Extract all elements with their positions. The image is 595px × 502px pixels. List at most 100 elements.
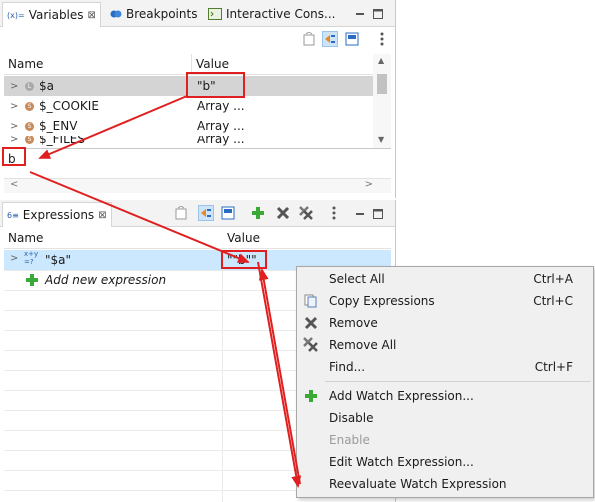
variables-icon: (x)= xyxy=(7,10,25,20)
scroll-left-icon[interactable]: < xyxy=(10,179,18,190)
menu-enable: Enable xyxy=(297,429,593,451)
view-menu-icon[interactable] xyxy=(374,31,390,47)
menu-item-label: Edit Watch Expression... xyxy=(329,455,474,469)
variable-name: $_ENV xyxy=(39,119,78,133)
tab-interactive-console-label: Interactive Cons... xyxy=(226,7,336,21)
watch-expression-icon: x+y =? xyxy=(24,250,39,266)
variable-row-files[interactable]: > S $_FILES Array ... xyxy=(4,136,373,146)
tab-breakpoints[interactable]: Breakpoints xyxy=(110,2,197,26)
scroll-up-icon[interactable]: ▲ xyxy=(378,56,384,65)
maximize-icon[interactable] xyxy=(370,206,386,222)
menu-copy-expressions[interactable]: Copy Expressions Ctrl+C xyxy=(297,290,593,312)
variables-vscroll[interactable]: ▲ ▼ xyxy=(373,54,391,148)
scroll-down-icon[interactable]: ▼ xyxy=(378,135,384,144)
menu-edit-watch-expression[interactable]: Edit Watch Expression... xyxy=(297,451,593,473)
show-type-names-icon[interactable] xyxy=(198,205,214,221)
column-value[interactable]: Value xyxy=(192,54,229,74)
remove-all-icon[interactable] xyxy=(298,205,314,221)
tab-variables[interactable]: (x)= Variables ⊠ xyxy=(2,2,101,27)
scroll-right-icon[interactable]: > xyxy=(365,179,373,190)
minimize-icon[interactable] xyxy=(352,206,368,222)
tab-expressions-label: Expressions xyxy=(22,208,95,222)
add-icon xyxy=(25,273,39,290)
variable-value: Array ... xyxy=(197,136,245,146)
variable-name: $_COOKIE xyxy=(39,99,99,113)
maximize-icon[interactable] xyxy=(370,6,386,22)
close-tab-icon[interactable]: ⊠ xyxy=(88,10,96,21)
menu-item-label: Find... xyxy=(329,360,366,374)
collapse-all-icon[interactable] xyxy=(174,205,190,221)
superglobal-icon: S xyxy=(25,121,34,131)
detail-pane[interactable]: b xyxy=(4,150,391,178)
expression-name: "$a" xyxy=(45,253,72,267)
menu-separator xyxy=(325,381,591,382)
column-name[interactable]: Name xyxy=(4,54,192,74)
variable-row-env[interactable]: > S $_ENV Array ... xyxy=(4,116,373,136)
menu-item-accel: Ctrl+F xyxy=(534,360,573,374)
menu-remove-all[interactable]: Remove All xyxy=(297,334,593,356)
expressions-icon: 6≡ xyxy=(7,210,19,220)
menu-item-accel: Ctrl+A xyxy=(533,272,573,286)
menu-find[interactable]: Find... Ctrl+F xyxy=(297,356,593,378)
chevron-right-icon[interactable]: > xyxy=(10,253,20,264)
collapse-all-icon[interactable] xyxy=(302,31,318,47)
highlight-detail-text xyxy=(2,147,26,166)
column-name[interactable]: Name xyxy=(4,228,223,248)
variables-tabbar: (x)= Variables ⊠ Breakpoints Interactive… xyxy=(0,0,395,27)
view-menu-icon[interactable] xyxy=(326,205,342,221)
variable-value: Array ... xyxy=(197,119,245,133)
scroll-thumb[interactable] xyxy=(377,74,387,94)
column-value[interactable]: Value xyxy=(223,228,260,248)
highlight-expression-value xyxy=(221,250,267,269)
variables-view: (x)= Variables ⊠ Breakpoints Interactive… xyxy=(0,0,396,198)
chevron-right-icon[interactable]: > xyxy=(10,81,20,92)
menu-item-label: Enable xyxy=(329,433,370,447)
variable-value: Array ... xyxy=(197,99,245,113)
add-expression-icon[interactable] xyxy=(250,205,266,221)
menu-reevaluate-watch-expression[interactable]: Reevaluate Watch Expression xyxy=(297,473,593,495)
copy-icon xyxy=(303,293,319,309)
expressions-column-divider xyxy=(222,250,223,502)
menu-item-label: Select All xyxy=(329,272,385,286)
menu-remove[interactable]: Remove xyxy=(297,312,593,334)
add-icon xyxy=(303,388,319,404)
console-icon xyxy=(208,8,222,20)
menu-add-watch-expression[interactable]: Add Watch Expression... xyxy=(297,385,593,407)
menu-item-label: Remove xyxy=(329,316,378,330)
detail-divider[interactable] xyxy=(4,148,391,149)
chevron-right-icon[interactable]: > xyxy=(10,121,20,132)
local-variable-icon: L xyxy=(25,81,34,91)
menu-item-label: Add Watch Expression... xyxy=(329,389,474,403)
menu-item-label: Remove All xyxy=(329,338,397,352)
detail-hscroll[interactable]: < > xyxy=(4,178,391,193)
remove-icon xyxy=(303,315,319,331)
chevron-right-icon[interactable]: > xyxy=(10,101,20,112)
superglobal-icon: S xyxy=(25,101,34,111)
tab-interactive-console[interactable]: Interactive Cons... xyxy=(208,2,336,26)
add-expression-label: Add new expression xyxy=(45,273,167,287)
expressions-grid-header: Name Value xyxy=(4,228,391,249)
remove-all-icon xyxy=(303,337,319,353)
highlight-variable-value xyxy=(186,72,245,98)
variable-name: $_FILES xyxy=(39,136,85,146)
menu-disable[interactable]: Disable xyxy=(297,407,593,429)
tab-variables-label: Variables xyxy=(28,8,84,22)
superglobal-icon: S xyxy=(25,136,34,144)
variable-name: $a xyxy=(39,79,54,93)
menu-item-accel: Ctrl+C xyxy=(533,294,573,308)
menu-item-label: Copy Expressions xyxy=(329,294,435,308)
remove-icon[interactable] xyxy=(275,205,291,221)
chevron-right-icon[interactable]: > xyxy=(10,136,20,145)
variable-row-cookie[interactable]: > S $_COOKIE Array ... xyxy=(4,96,373,116)
breakpoints-icon xyxy=(110,8,122,20)
context-menu: Select All Ctrl+A Copy Expressions Ctrl+… xyxy=(296,266,594,498)
minimize-icon[interactable] xyxy=(352,6,368,22)
close-tab-icon[interactable]: ⊠ xyxy=(98,210,106,221)
tab-expressions[interactable]: 6≡ Expressions ⊠ xyxy=(2,202,112,227)
expressions-tabbar: 6≡ Expressions ⊠ xyxy=(0,200,395,227)
show-type-names-icon[interactable] xyxy=(322,31,338,47)
layout-icon[interactable] xyxy=(220,205,236,221)
menu-select-all[interactable]: Select All Ctrl+A xyxy=(297,268,593,290)
tab-breakpoints-label: Breakpoints xyxy=(126,7,198,21)
layout-icon[interactable] xyxy=(344,31,360,47)
